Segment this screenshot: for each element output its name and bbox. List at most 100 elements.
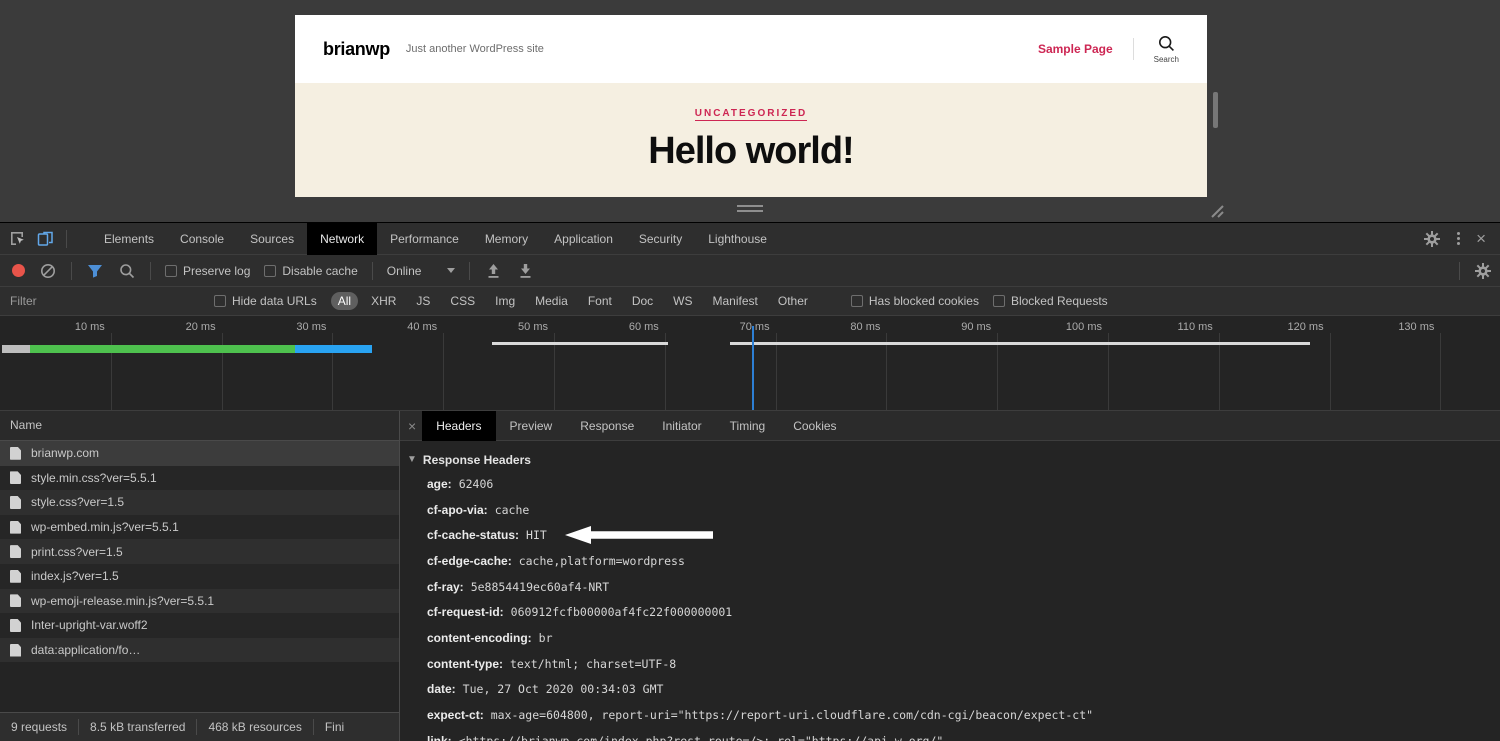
filter-pill-font[interactable]: Font — [581, 292, 619, 310]
tab-network[interactable]: Network — [307, 223, 377, 255]
network-settings-gear-icon[interactable] — [1474, 262, 1492, 280]
filter-input[interactable] — [10, 292, 200, 311]
overview-request-bar — [2, 345, 30, 353]
export-har-icon[interactable] — [516, 262, 534, 280]
device-toolbar-icon[interactable] — [36, 230, 54, 248]
has-blocked-cookies-checkbox[interactable]: Has blocked cookies — [851, 294, 979, 308]
response-header-row: age: 62406 — [400, 471, 1500, 497]
throttling-dropdown[interactable]: Online — [387, 264, 456, 278]
nav-link-sample-page[interactable]: Sample Page — [1038, 42, 1113, 56]
header-name: cf-apo-via: — [427, 503, 488, 517]
filter-pill-all[interactable]: All — [331, 292, 358, 310]
filter-pill-media[interactable]: Media — [528, 292, 575, 310]
tab-security[interactable]: Security — [626, 223, 695, 255]
detail-tab-preview[interactable]: Preview — [496, 411, 567, 441]
inspect-element-icon[interactable] — [8, 230, 26, 248]
response-header-row: link:<https://brianwp.com/index.php?rest… — [400, 728, 1500, 741]
filter-bar: Hide data URLs All XHR JS CSS Img Media Font Do… — [0, 287, 1500, 316]
request-row[interactable]: wp-emoji-release.min.js?ver=5.5.1 — [0, 589, 399, 614]
devtools-drag-handle[interactable] — [737, 205, 763, 215]
filter-pill-doc[interactable]: Doc — [625, 292, 660, 310]
network-overview-timeline[interactable]: 10 ms20 ms30 ms40 ms50 ms60 ms70 ms80 ms… — [0, 316, 1500, 411]
tab-performance[interactable]: Performance — [377, 223, 472, 255]
separator — [1459, 262, 1460, 280]
site-header: brianwp Just another WordPress site Samp… — [295, 15, 1207, 83]
header-name: link: — [427, 734, 452, 741]
site-title[interactable]: brianwp — [323, 39, 390, 60]
filter-pill-manifest[interactable]: Manifest — [706, 292, 765, 310]
request-name: style.min.css?ver=5.5.1 — [31, 471, 157, 485]
tab-lighthouse[interactable]: Lighthouse — [695, 223, 780, 255]
file-icon — [10, 447, 21, 460]
record-button[interactable] — [12, 264, 25, 277]
request-name: style.css?ver=1.5 — [31, 495, 124, 509]
response-headers-section-toggle[interactable]: ▼ Response Headers — [400, 448, 1500, 471]
filter-pill-ws[interactable]: WS — [666, 292, 699, 310]
request-row[interactable]: style.min.css?ver=5.5.1 — [0, 466, 399, 491]
file-icon — [10, 570, 21, 583]
section-title: Response Headers — [423, 453, 531, 467]
filter-funnel-icon[interactable] — [86, 262, 104, 280]
timeline-tick-label: 50 ms — [488, 321, 548, 333]
request-name: print.css?ver=1.5 — [31, 545, 123, 559]
site-tagline: Just another WordPress site — [406, 43, 544, 55]
screenshot-stage: brianwp Just another WordPress site Samp… — [0, 0, 1500, 741]
filter-pill-xhr[interactable]: XHR — [364, 292, 403, 310]
request-row[interactable]: style.css?ver=1.5 — [0, 490, 399, 515]
header-value: br — [539, 631, 553, 645]
header-name: cf-cache-status: — [427, 528, 519, 542]
tab-memory[interactable]: Memory — [472, 223, 541, 255]
search-network-icon[interactable] — [118, 262, 136, 280]
settings-gear-icon[interactable] — [1423, 230, 1441, 248]
file-icon — [10, 619, 21, 632]
header-value: 62406 — [459, 477, 494, 491]
timeline-tick-label: 130 ms — [1374, 321, 1434, 333]
import-har-icon[interactable] — [484, 262, 502, 280]
detail-tab-cookies[interactable]: Cookies — [779, 411, 850, 441]
summary-item: 9 requests — [0, 720, 78, 734]
header-name: age: — [427, 477, 452, 491]
timeline-tick-label: 20 ms — [156, 321, 216, 333]
checkbox — [264, 265, 276, 277]
file-icon — [10, 545, 21, 558]
tab-application[interactable]: Application — [541, 223, 626, 255]
request-row[interactable]: Inter-upright-var.woff2 — [0, 613, 399, 638]
blocked-requests-checkbox[interactable]: Blocked Requests — [993, 294, 1108, 308]
clear-icon[interactable] — [39, 262, 57, 280]
request-row[interactable]: data:application/fo… — [0, 638, 399, 663]
disable-cache-checkbox[interactable]: Disable cache — [264, 264, 357, 278]
request-row[interactable]: brianwp.com — [0, 441, 399, 466]
more-options-icon[interactable] — [1457, 232, 1460, 245]
header-name: content-encoding: — [427, 631, 532, 645]
timeline-tick-label: 60 ms — [599, 321, 659, 333]
close-detail-icon[interactable]: × — [408, 419, 416, 433]
preserve-log-checkbox[interactable]: Preserve log — [165, 264, 250, 278]
detail-tabs-list: HeadersPreviewResponseInitiatorTimingCoo… — [422, 411, 850, 441]
filter-pill-css[interactable]: CSS — [443, 292, 482, 310]
page-scrollbar[interactable] — [1213, 92, 1218, 128]
tab-console[interactable]: Console — [167, 223, 237, 255]
post-category-link[interactable]: UNCATEGORIZED — [695, 108, 807, 121]
detail-tab-timing[interactable]: Timing — [716, 411, 780, 441]
close-devtools-icon[interactable]: × — [1476, 230, 1486, 247]
filter-pill-img[interactable]: Img — [488, 292, 522, 310]
timeline-tick-label: 30 ms — [266, 321, 326, 333]
tab-elements[interactable]: Elements — [91, 223, 167, 255]
filter-pill-js[interactable]: JS — [409, 292, 437, 310]
timeline-tick-label: 120 ms — [1264, 321, 1324, 333]
search-button[interactable]: Search — [1154, 35, 1179, 64]
request-row[interactable]: wp-embed.min.js?ver=5.5.1 — [0, 515, 399, 540]
request-row[interactable]: index.js?ver=1.5 — [0, 564, 399, 589]
response-header-row: expect-ct:max-age=604800, report-uri="ht… — [400, 702, 1500, 728]
devtools-tabs: ElementsConsoleSourcesNetworkPerformance… — [91, 223, 1423, 255]
hide-data-urls-checkbox[interactable]: Hide data URLs — [214, 294, 317, 308]
detail-tab-response[interactable]: Response — [566, 411, 648, 441]
resize-corner-icon[interactable] — [1206, 200, 1224, 218]
detail-tab-headers[interactable]: Headers — [422, 411, 495, 441]
tab-sources[interactable]: Sources — [237, 223, 307, 255]
name-column-header[interactable]: Name — [0, 411, 399, 441]
request-row[interactable]: print.css?ver=1.5 — [0, 539, 399, 564]
checkbox — [851, 295, 863, 307]
detail-tab-initiator[interactable]: Initiator — [648, 411, 715, 441]
filter-pill-other[interactable]: Other — [771, 292, 815, 310]
